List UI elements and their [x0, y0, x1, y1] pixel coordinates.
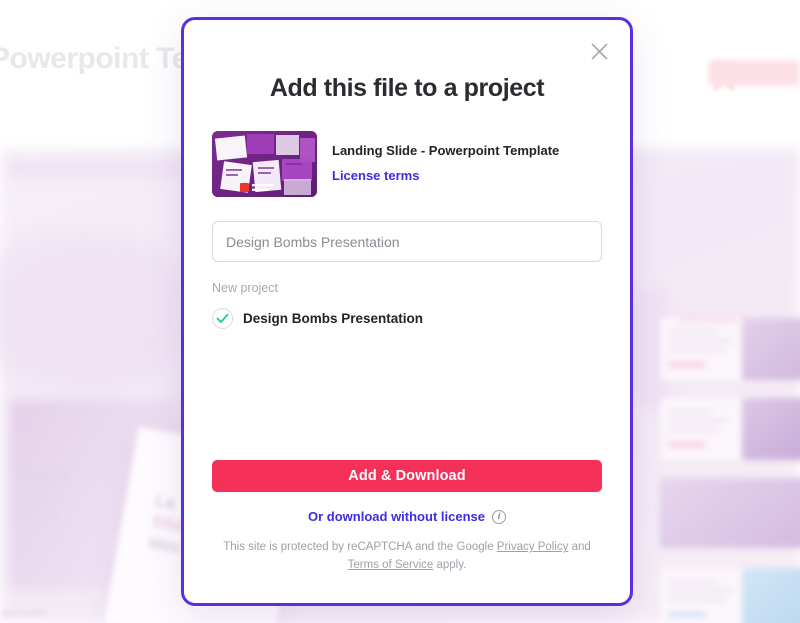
- recaptcha-text-3: apply.: [433, 559, 467, 572]
- recaptcha-notice: This site is protected by reCAPTCHA and …: [212, 539, 602, 575]
- background-room-label: ROOM: [22, 469, 71, 484]
- project-name-input[interactable]: [212, 221, 602, 262]
- alt-download-row: Or download without license i: [212, 509, 602, 524]
- project-item-label: Design Bombs Presentation: [243, 311, 424, 326]
- recaptcha-text-2: and: [568, 541, 591, 554]
- download-without-license-link[interactable]: Or download without license: [308, 509, 485, 524]
- modal-footer: Add & Download Or download without licen…: [184, 460, 630, 575]
- check-icon[interactable]: [212, 308, 233, 329]
- privacy-policy-link[interactable]: Privacy Policy: [497, 541, 569, 553]
- add-and-download-button[interactable]: Add & Download: [212, 460, 602, 493]
- background-room-number: 52: [18, 487, 59, 528]
- new-project-label: New project: [212, 281, 278, 295]
- close-icon[interactable]: [582, 34, 616, 68]
- file-thumbnail: [212, 131, 317, 197]
- file-summary-row: Landing Slide - Powerpoint Template Lice…: [184, 131, 630, 197]
- file-meta: Landing Slide - Powerpoint Template Lice…: [332, 143, 559, 185]
- license-terms-link[interactable]: License terms: [332, 168, 419, 183]
- background-card: [660, 318, 800, 380]
- info-icon[interactable]: i: [491, 509, 506, 524]
- background-footer-credit: aarstudio: [2, 607, 48, 619]
- project-list-item[interactable]: Design Bombs Presentation: [212, 308, 602, 329]
- background-right-column: DEFAULT BLUE: [620, 148, 800, 623]
- background-action-button: [708, 60, 800, 86]
- background-card: [660, 478, 800, 548]
- file-title: Landing Slide - Powerpoint Template: [332, 143, 560, 159]
- background-card: [660, 398, 800, 460]
- add-file-to-project-modal: Add this file to a project Landing Slide…: [181, 17, 633, 606]
- terms-of-service-link[interactable]: Terms of Service: [348, 559, 434, 571]
- background-section-default: DEFAULT: [680, 312, 749, 327]
- background-card: [660, 568, 800, 623]
- recaptcha-text-1: This site is protected by reCAPTCHA and …: [223, 541, 497, 554]
- page-title: Add this file to a project: [269, 74, 545, 102]
